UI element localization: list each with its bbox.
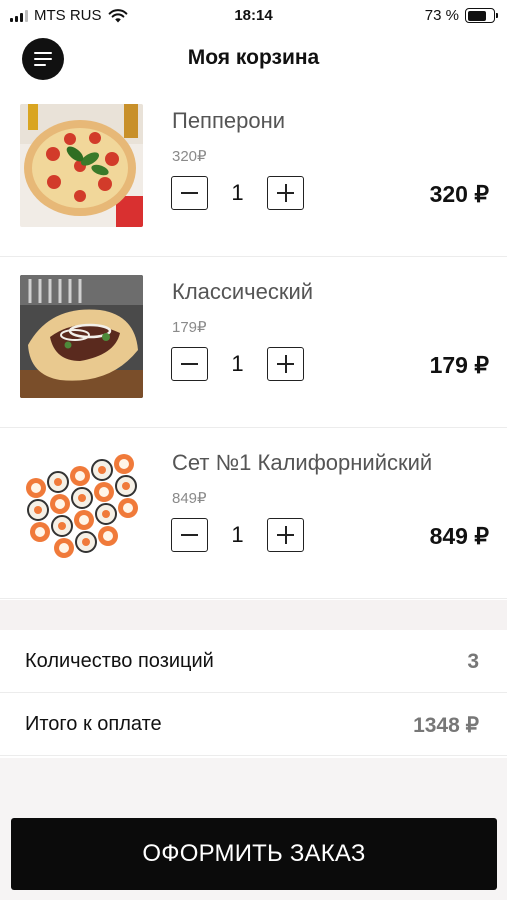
quantity-stepper: 1	[171, 518, 304, 552]
total-row: Итого к оплате 1348 ₽	[0, 693, 507, 756]
positions-count-row: Количество позиций 3	[0, 630, 507, 693]
quantity-stepper: 1	[171, 176, 304, 210]
decrease-quantity-button[interactable]	[171, 518, 208, 552]
item-quantity: 1	[231, 351, 244, 376]
quantity-stepper: 1	[171, 347, 304, 381]
battery-fill	[467, 10, 486, 21]
item-quantity: 1	[231, 180, 244, 205]
cart-list: Пепперони 320₽ 1 320 ₽ Классический 179₽…	[0, 86, 507, 599]
item-name: Пепперони	[172, 108, 286, 133]
item-name: Сет №1 Калифорнийский	[172, 450, 433, 475]
sushi-set-image	[20, 446, 143, 569]
decrease-quantity-button[interactable]	[171, 176, 208, 210]
order-summary: Количество позиций 3 Итого к оплате 1348…	[0, 630, 507, 756]
item-unit-price: 179₽	[172, 319, 207, 336]
increase-quantity-button[interactable]	[267, 176, 304, 210]
positions-count-value: 3	[467, 650, 479, 673]
cart-item: Сет №1 Калифорнийский 849₽ 1 849 ₽	[0, 428, 507, 599]
item-unit-price: 320₽	[172, 148, 207, 165]
pizza-image	[20, 104, 143, 227]
cart-item: Пепперони 320₽ 1 320 ₽	[0, 86, 507, 257]
shawarma-image	[20, 275, 143, 398]
checkout-button[interactable]: ОФОРМИТЬ ЗАКАЗ	[11, 818, 497, 890]
battery-percent: 73 %	[424, 7, 459, 24]
item-name: Классический	[172, 279, 314, 304]
page-title: Моя корзина	[187, 46, 320, 69]
item-unit-price: 849₽	[172, 490, 207, 507]
positions-count-label: Количество позиций	[25, 650, 214, 672]
item-total: 179 ₽	[429, 352, 489, 378]
total-label: Итого к оплате	[25, 713, 162, 735]
increase-quantity-button[interactable]	[267, 347, 304, 381]
decrease-quantity-button[interactable]	[171, 347, 208, 381]
status-right: 73 %	[424, 7, 498, 24]
cart-item: Классический 179₽ 1 179 ₽	[0, 257, 507, 428]
item-total: 320 ₽	[429, 181, 489, 207]
section-divider	[0, 600, 507, 630]
total-value: 1348 ₽	[413, 714, 479, 737]
item-quantity: 1	[231, 522, 244, 547]
item-total: 849 ₽	[429, 523, 489, 549]
increase-quantity-button[interactable]	[267, 518, 304, 552]
battery-icon	[465, 8, 498, 23]
status-bar: MTS RUS 18:14 73 %	[0, 0, 507, 32]
